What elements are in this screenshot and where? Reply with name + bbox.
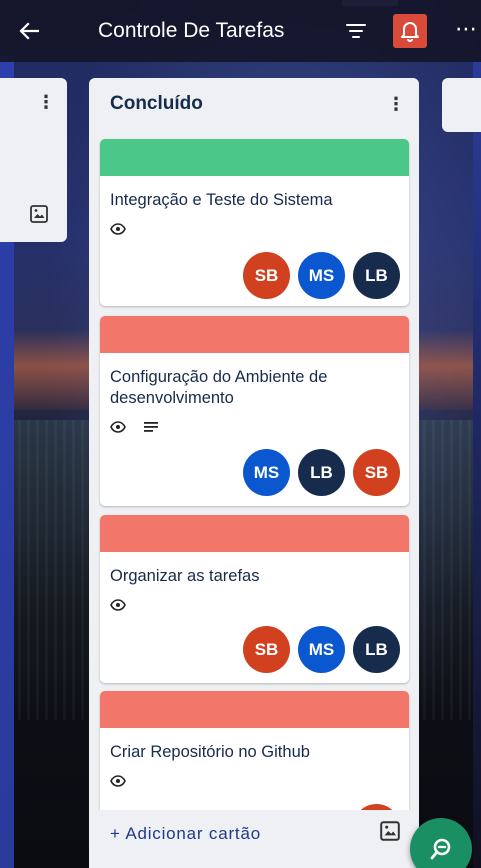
eye-icon bbox=[110, 775, 126, 787]
app-bar: Controle De Tarefas ⋯ bbox=[0, 0, 481, 62]
card-badges bbox=[100, 211, 409, 237]
card-integracao-teste[interactable]: Integração e Teste do Sistema SB MS LB bbox=[100, 139, 409, 306]
avatar[interactable]: SB bbox=[243, 252, 290, 299]
card-badges bbox=[100, 409, 409, 435]
filter-button[interactable] bbox=[343, 18, 369, 44]
back-button[interactable] bbox=[0, 0, 58, 62]
card-members: MS LB SB bbox=[243, 449, 400, 496]
image-icon bbox=[380, 821, 400, 841]
avatar[interactable]: LB bbox=[298, 449, 345, 496]
card-label bbox=[100, 139, 409, 176]
filter-icon-line bbox=[346, 24, 366, 26]
avatar[interactable]: SB bbox=[243, 626, 290, 673]
search-icon bbox=[430, 838, 451, 860]
eye-icon bbox=[110, 223, 126, 235]
card-label bbox=[100, 515, 409, 552]
avatar[interactable]: MS bbox=[298, 626, 345, 673]
card-label bbox=[100, 691, 409, 728]
board-edge-right bbox=[473, 56, 481, 868]
bell-icon bbox=[401, 22, 419, 42]
list-title[interactable]: Concluído bbox=[110, 93, 203, 115]
filter-icon-line bbox=[352, 36, 360, 38]
eye-icon bbox=[110, 599, 126, 611]
card-badges bbox=[100, 763, 409, 789]
avatar[interactable]: MS bbox=[298, 252, 345, 299]
eye-icon bbox=[110, 421, 126, 433]
card-title: Configuração do Ambiente de desenvolvime… bbox=[110, 368, 328, 407]
description-icon bbox=[144, 422, 158, 432]
avatar[interactable]: SB bbox=[353, 449, 400, 496]
image-icon[interactable] bbox=[29, 204, 49, 229]
card-title: Organizar as tarefas bbox=[110, 567, 260, 585]
card-badges bbox=[100, 587, 409, 613]
card-title: Criar Repositório no Github bbox=[110, 743, 310, 761]
card-title: Integração e Teste do Sistema bbox=[110, 191, 333, 209]
add-image-card-button[interactable] bbox=[379, 820, 401, 847]
filter-icon-line bbox=[349, 30, 363, 32]
card-organizar-tarefas[interactable]: Organizar as tarefas SB MS LB bbox=[100, 515, 409, 683]
list-header: Concluído ⋮ bbox=[89, 78, 419, 130]
avatar[interactable]: LB bbox=[353, 252, 400, 299]
notifications-button[interactable] bbox=[393, 14, 427, 48]
list-concluido: Concluído ⋮ Integração e Teste do Sistem… bbox=[89, 78, 419, 868]
card-members: SB MS LB bbox=[243, 626, 400, 673]
list-next bbox=[442, 78, 481, 132]
card-members: SB MS LB bbox=[243, 252, 400, 299]
list-previous: ⋮ bbox=[0, 78, 67, 242]
list-menu-button[interactable]: ⋮ bbox=[37, 92, 55, 113]
card-configuracao-ambiente[interactable]: Configuração do Ambiente de desenvolvime… bbox=[100, 316, 409, 506]
list-footer: + Adicionar cartão bbox=[89, 810, 419, 868]
list-menu-button[interactable]: ⋮ bbox=[387, 94, 405, 115]
arrow-left-icon bbox=[19, 22, 39, 40]
board-title: Controle De Tarefas bbox=[98, 19, 285, 42]
more-options-button[interactable]: ⋯ bbox=[455, 16, 478, 42]
avatar[interactable]: MS bbox=[243, 449, 290, 496]
card-label bbox=[100, 316, 409, 353]
avatar[interactable]: LB bbox=[353, 626, 400, 673]
add-card-button[interactable]: + Adicionar cartão bbox=[110, 824, 261, 844]
